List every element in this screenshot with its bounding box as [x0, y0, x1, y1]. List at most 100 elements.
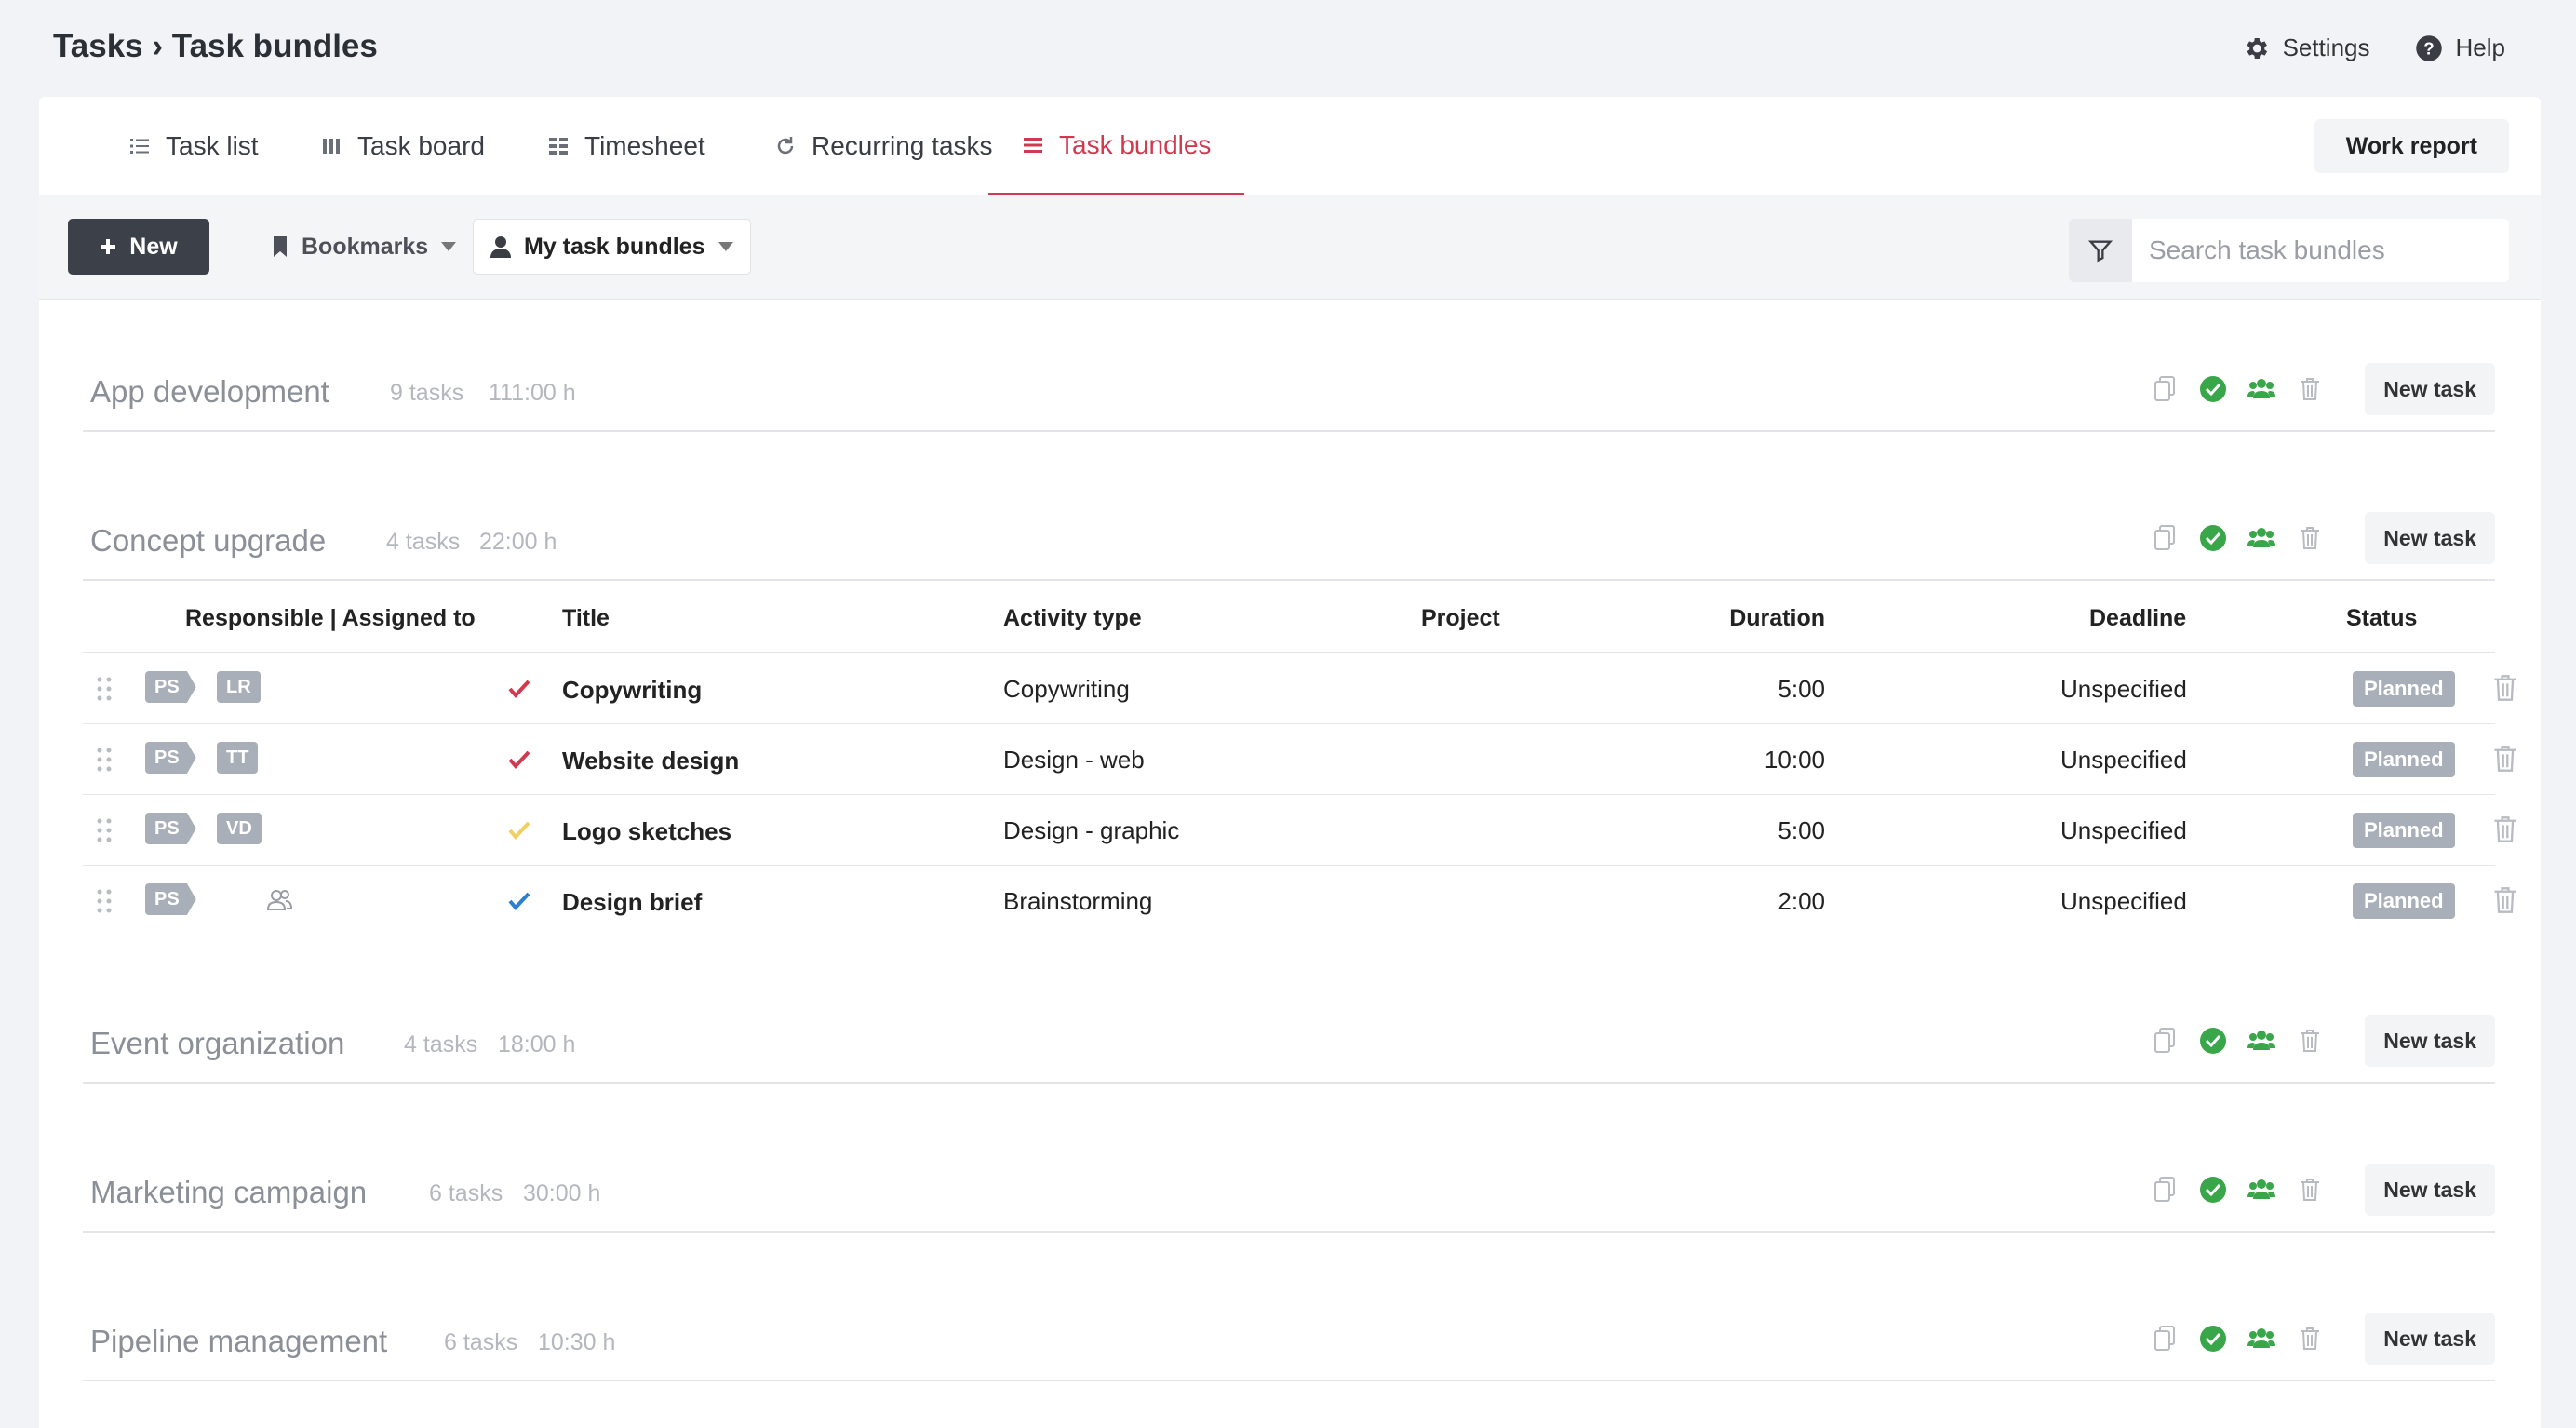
responsible-badge[interactable]: PS [145, 883, 196, 915]
col-duration[interactable]: Duration [1729, 605, 1825, 632]
task-title[interactable]: Copywriting [562, 676, 702, 705]
bundle-name[interactable]: Marketing campaign [90, 1175, 367, 1210]
unassigned-users-icon[interactable] [265, 886, 293, 914]
trash-icon[interactable] [2493, 745, 2517, 773]
table-row[interactable]: PS VD Logo sketches Design - graphic 5:0… [83, 795, 2516, 866]
trash-icon[interactable] [2493, 886, 2517, 914]
search-input[interactable] [2132, 219, 2509, 282]
bundle-header[interactable]: Pipeline management 6 tasks 10:30 h New … [83, 1303, 2495, 1381]
bundle-actions: New task [2151, 1164, 2495, 1216]
col-status[interactable]: Status [2346, 605, 2417, 632]
bundle-actions: New task [2151, 363, 2495, 415]
tab-label: Recurring tasks [812, 131, 993, 160]
table-row[interactable]: PS LR Copywriting Copywriting 5:00 Unspe… [83, 653, 2516, 724]
new-task-button[interactable]: New task [2365, 1313, 2495, 1365]
chevron-down-icon [441, 242, 457, 251]
col-responsible[interactable]: Responsible | Assigned to [185, 605, 476, 632]
tab-bar: Task list Task board Timesheet Recurring… [39, 97, 2541, 195]
col-activity[interactable]: Activity type [1003, 605, 1142, 632]
copy-icon[interactable] [2151, 1325, 2179, 1353]
new-button[interactable]: New [68, 219, 209, 275]
table-row[interactable]: PS Design brief Brainstorming 2:00 Unspe… [83, 866, 2516, 936]
new-task-button[interactable]: New task [2365, 1164, 2495, 1216]
task-deadline: Unspecified [2060, 887, 2187, 915]
page: Tasks › Task bundles Settings ? Help Tas… [0, 0, 2576, 1428]
col-project[interactable]: Project [1421, 605, 1500, 632]
team-icon[interactable] [2247, 1027, 2276, 1055]
task-title[interactable]: Website design [562, 747, 739, 775]
assigned-badge[interactable]: VD [217, 813, 262, 844]
col-deadline[interactable]: Deadline [2089, 605, 2186, 632]
table-row[interactable]: PS TT Website design Design - web 10:00 … [83, 724, 2516, 795]
trash-icon[interactable] [2296, 1176, 2324, 1204]
refresh-icon [777, 137, 794, 155]
team-icon[interactable] [2247, 524, 2276, 552]
help-label: Help [2455, 34, 2505, 61]
complete-icon[interactable] [2199, 524, 2227, 552]
bundle-header[interactable]: App development 9 tasks 111:00 h New tas… [83, 354, 2495, 432]
bundle-header[interactable]: Concept upgrade 4 tasks 22:00 h New task [83, 503, 2495, 581]
assigned-badge[interactable]: LR [217, 671, 261, 703]
new-task-button[interactable]: New task [2365, 1015, 2495, 1067]
bundle-name[interactable]: Event organization [90, 1026, 344, 1061]
responsible-badge[interactable]: PS [145, 742, 196, 774]
new-task-button[interactable]: New task [2365, 512, 2495, 564]
responsible-badge[interactable]: PS [145, 671, 196, 703]
task-table: Responsible | Assigned to Title Activity… [83, 583, 2516, 936]
copy-icon[interactable] [2151, 524, 2179, 552]
assigned-badge[interactable]: TT [217, 742, 259, 774]
bundle-task-count: 9 tasks [390, 380, 464, 406]
complete-icon[interactable] [2199, 1176, 2227, 1204]
task-deadline: Unspecified [2060, 816, 2187, 844]
complete-icon[interactable] [2199, 375, 2227, 403]
tab-task-bundles[interactable]: Task bundles [988, 97, 1245, 195]
new-task-button[interactable]: New task [2365, 363, 2495, 415]
trash-icon[interactable] [2296, 1027, 2324, 1055]
copy-icon[interactable] [2151, 1027, 2179, 1055]
drag-handle-icon[interactable] [96, 817, 113, 843]
work-report-button[interactable]: Work report [2314, 119, 2509, 173]
tab-task-list[interactable]: Task list [95, 97, 292, 195]
my-task-bundles-dropdown[interactable]: My task bundles [473, 219, 751, 275]
bundle-header[interactable]: Event organization 4 tasks 18:00 h New t… [83, 1005, 2495, 1084]
trash-icon[interactable] [2296, 375, 2324, 403]
drag-handle-icon[interactable] [96, 676, 113, 702]
trash-icon[interactable] [2296, 1325, 2324, 1353]
bundle-task-count: 4 tasks [386, 529, 461, 555]
breadcrumb-root[interactable]: Tasks [53, 28, 143, 64]
copy-icon[interactable] [2151, 1176, 2179, 1204]
bundle-header[interactable]: Marketing campaign 6 tasks 30:00 h New t… [83, 1154, 2495, 1233]
tab-recurring-tasks[interactable]: Recurring tasks [741, 97, 1026, 195]
task-deadline: Unspecified [2060, 675, 2187, 703]
breadcrumb: Tasks › Task bundles [53, 28, 378, 65]
trash-icon[interactable] [2493, 674, 2517, 702]
team-icon[interactable] [2247, 1325, 2276, 1353]
settings-link[interactable]: Settings [2242, 34, 2370, 62]
team-icon[interactable] [2247, 375, 2276, 403]
drag-handle-icon[interactable] [96, 888, 113, 914]
help-link[interactable]: ? Help [2415, 34, 2505, 62]
complete-icon[interactable] [2199, 1027, 2227, 1055]
filter-button[interactable] [2069, 219, 2132, 282]
status-badge[interactable]: Planned [2353, 883, 2455, 919]
copy-icon[interactable] [2151, 375, 2179, 403]
bookmarks-dropdown[interactable]: Bookmarks [255, 219, 473, 275]
trash-icon[interactable] [2493, 815, 2517, 843]
responsible-badge[interactable]: PS [145, 813, 196, 844]
task-title[interactable]: Logo sketches [562, 817, 731, 846]
drag-handle-icon[interactable] [96, 747, 113, 773]
status-badge[interactable]: Planned [2353, 671, 2455, 707]
bundle-name[interactable]: Concept upgrade [90, 523, 326, 559]
tab-task-board[interactable]: Task board [287, 97, 518, 195]
task-title[interactable]: Design brief [562, 888, 702, 917]
tab-timesheet[interactable]: Timesheet [514, 97, 739, 195]
col-title[interactable]: Title [562, 605, 610, 632]
bundle-name[interactable]: App development [90, 374, 329, 410]
complete-icon[interactable] [2199, 1325, 2227, 1353]
team-icon[interactable] [2247, 1176, 2276, 1204]
priority-check-icon [508, 680, 530, 698]
trash-icon[interactable] [2296, 524, 2324, 552]
bundle-name[interactable]: Pipeline management [90, 1324, 387, 1359]
status-badge[interactable]: Planned [2353, 813, 2455, 848]
status-badge[interactable]: Planned [2353, 742, 2455, 777]
